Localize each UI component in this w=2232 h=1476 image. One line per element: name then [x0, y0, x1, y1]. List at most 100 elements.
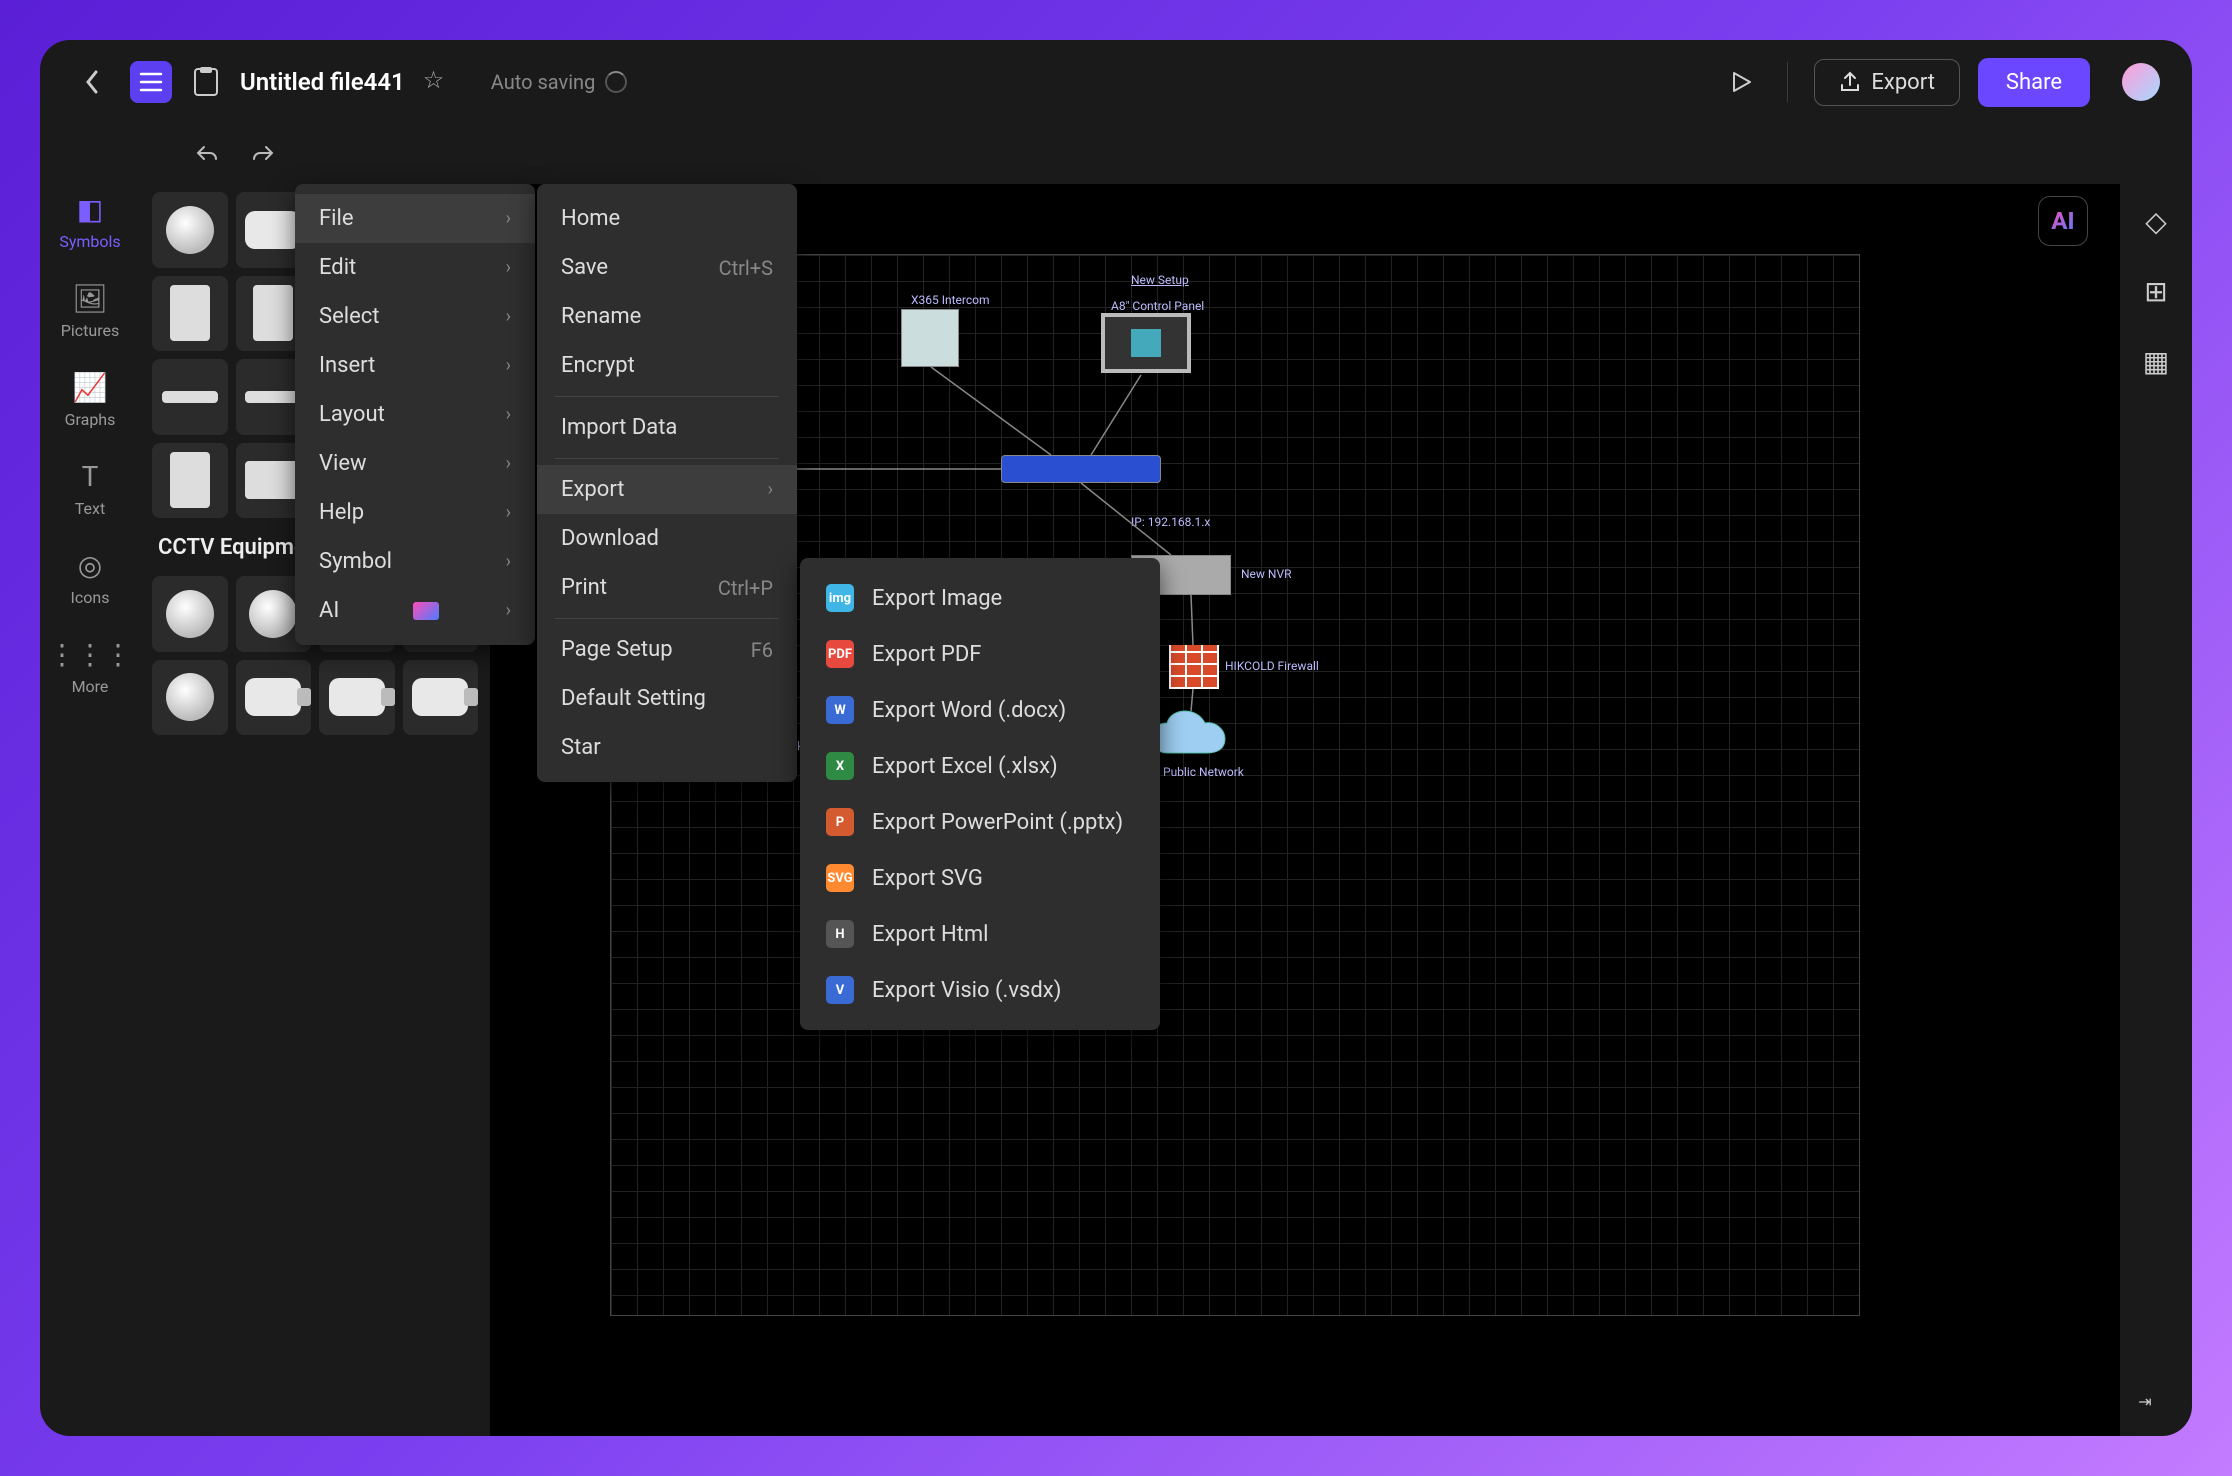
- menu-item-insert[interactable]: Insert›: [295, 341, 535, 390]
- rail-icons[interactable]: ◎Icons: [71, 548, 110, 607]
- menu-item-star[interactable]: Star: [537, 723, 797, 772]
- menu-separator: [555, 396, 779, 397]
- grid-view-icon[interactable]: ▦: [2139, 344, 2173, 378]
- menu-item-export-pdf[interactable]: PDFExport PDF: [800, 626, 1160, 682]
- ai-badge[interactable]: AI: [2038, 196, 2088, 246]
- menu-item-import-data[interactable]: Import Data: [537, 403, 797, 452]
- symbol-item[interactable]: [152, 359, 228, 435]
- eraser-icon[interactable]: ◇: [2139, 204, 2173, 238]
- menu-item-print[interactable]: PrintCtrl+P: [537, 563, 797, 612]
- back-button[interactable]: [72, 62, 112, 102]
- shortcut-label: Ctrl+S: [719, 256, 773, 280]
- separator: [1787, 62, 1788, 102]
- shortcut-label: F6: [751, 638, 773, 662]
- cloud-public[interactable]: [1147, 709, 1237, 763]
- menu-item-export-image[interactable]: img Export Image: [800, 570, 1160, 626]
- avatar[interactable]: [2122, 63, 2160, 101]
- menu-item-label: Symbol: [319, 549, 392, 574]
- add-panel-icon[interactable]: ⊞: [2139, 274, 2173, 308]
- menu-item-export[interactable]: Export›: [537, 465, 797, 514]
- right-rail: ◇ ⊞ ▦: [2120, 184, 2192, 1436]
- menu-item-ai[interactable]: AI›: [295, 586, 535, 635]
- spinner-icon: [605, 71, 627, 93]
- menu-item-export-html[interactable]: HExport Html: [800, 906, 1160, 962]
- menu-item-file[interactable]: File›: [295, 194, 535, 243]
- menu-item-page-setup[interactable]: Page Setup F6: [537, 625, 797, 674]
- menu-item-download[interactable]: Download: [537, 514, 797, 563]
- favorite-button[interactable]: ☆: [423, 66, 455, 98]
- rail-graphs[interactable]: 📈Graphs: [65, 370, 116, 429]
- menu-item-label: Select: [319, 304, 379, 329]
- menu-item-save[interactable]: Save Ctrl+S: [537, 243, 797, 292]
- pictures-icon: 🖼: [73, 281, 107, 315]
- node-nvr: New NVR: [1241, 567, 1292, 581]
- diagram-grid: New Setup X365 Intercom A8" Control Pane…: [610, 254, 1860, 1316]
- chevron-right-icon: ›: [506, 257, 511, 278]
- menu-item-label: Export PDF: [872, 642, 981, 667]
- menu-item-label: Home: [561, 206, 620, 231]
- menu-item-export-excel-xlsx-[interactable]: XExport Excel (.xlsx): [800, 738, 1160, 794]
- file-type-badge: V: [826, 976, 854, 1004]
- menu-item-view[interactable]: View›: [295, 439, 535, 488]
- symbol-item[interactable]: [403, 660, 479, 736]
- export-button[interactable]: Export: [1814, 59, 1960, 106]
- node-switch-ip: IP: 192.168.1.x: [1131, 515, 1210, 529]
- menu-item-label: Insert: [319, 353, 375, 378]
- symbols-icon: ◧: [73, 192, 107, 226]
- menu-item-label: Encrypt: [561, 353, 635, 378]
- rail-text[interactable]: TText: [73, 459, 107, 518]
- ai-icon: [413, 602, 439, 620]
- menu-item-export-word-docx-[interactable]: WExport Word (.docx): [800, 682, 1160, 738]
- file-type-badge: H: [826, 920, 854, 948]
- menu-item-export-powerpoint-pptx-[interactable]: PExport PowerPoint (.pptx): [800, 794, 1160, 850]
- firewall-device[interactable]: [1169, 645, 1219, 689]
- icons-icon: ◎: [73, 548, 107, 582]
- symbol-item[interactable]: [152, 192, 228, 268]
- chevron-right-icon: ›: [768, 479, 773, 500]
- symbol-item[interactable]: [152, 276, 228, 352]
- share-button[interactable]: Share: [1978, 58, 2090, 107]
- intercom-device[interactable]: [901, 309, 959, 367]
- symbol-item[interactable]: [152, 576, 228, 652]
- rail-pictures[interactable]: 🖼Pictures: [61, 281, 119, 340]
- menu-item-layout[interactable]: Layout›: [295, 390, 535, 439]
- menu-item-label: Import Data: [561, 415, 677, 440]
- redo-button[interactable]: [246, 137, 280, 171]
- menu-button[interactable]: [130, 61, 172, 103]
- file-type-badge: X: [826, 752, 854, 780]
- control-panel-device[interactable]: [1101, 313, 1191, 373]
- menu-item-label: Download: [561, 526, 659, 551]
- rail-more[interactable]: ⋮⋮⋮More: [72, 637, 109, 696]
- menu-item-export-visio-vsdx-[interactable]: VExport Visio (.vsdx): [800, 962, 1160, 1018]
- menu-item-edit[interactable]: Edit›: [295, 243, 535, 292]
- chevron-right-icon: ›: [506, 404, 511, 425]
- rail-symbols[interactable]: ◧Symbols: [59, 192, 120, 251]
- file-type-badge: img: [826, 584, 854, 612]
- document-icon: [190, 66, 222, 98]
- menu-item-home[interactable]: Home: [537, 194, 797, 243]
- menu-item-label: Save: [561, 255, 608, 280]
- menu-item-symbol[interactable]: Symbol›: [295, 537, 535, 586]
- menu-separator: [555, 458, 779, 459]
- menu-item-select[interactable]: Select ›: [295, 292, 535, 341]
- undo-button[interactable]: [190, 137, 224, 171]
- symbol-item[interactable]: [319, 660, 395, 736]
- switch-device[interactable]: [1001, 455, 1161, 483]
- menu-item-default-setting[interactable]: Default Setting: [537, 674, 797, 723]
- menu-item-export-svg[interactable]: SVGExport SVG: [800, 850, 1160, 906]
- symbol-item[interactable]: [152, 443, 228, 519]
- play-button[interactable]: [1721, 62, 1761, 102]
- chevron-right-icon: ›: [506, 306, 511, 327]
- filename[interactable]: Untitled file441: [240, 68, 405, 96]
- menu-item-label: Export Image: [872, 586, 1002, 611]
- symbol-item[interactable]: [236, 660, 312, 736]
- symbol-item[interactable]: [152, 660, 228, 736]
- menu-item-help[interactable]: Help›: [295, 488, 535, 537]
- menu-item-label: Page Setup: [561, 637, 673, 662]
- menu-item-label: Default Setting: [561, 686, 706, 711]
- panel-toggle-button[interactable]: ⇥: [2124, 1386, 2166, 1416]
- menu-item-encrypt[interactable]: Encrypt: [537, 341, 797, 390]
- menu-item-rename[interactable]: Rename: [537, 292, 797, 341]
- menu-item-label: Export SVG: [872, 866, 983, 891]
- chevron-right-icon: ›: [506, 600, 511, 621]
